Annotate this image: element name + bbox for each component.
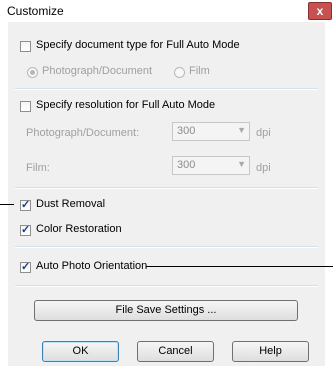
dust-removal-checkbox[interactable] xyxy=(20,198,31,211)
chevron-down-icon: ▼ xyxy=(237,159,246,169)
close-button[interactable]: x xyxy=(308,2,332,20)
close-icon: x xyxy=(316,4,324,18)
color-restoration-label[interactable]: Color Restoration xyxy=(36,223,122,235)
photo-resolution-label: Photograph/Document: xyxy=(26,127,140,139)
photograph-document-radio[interactable] xyxy=(27,67,38,78)
photograph-document-radio-label[interactable]: Photograph/Document xyxy=(42,65,152,77)
window-frame-left xyxy=(0,22,8,374)
separator-1 xyxy=(15,88,318,90)
film-resolution-unit: dpi xyxy=(256,162,271,174)
doc-type-checkbox[interactable] xyxy=(20,41,31,52)
resolution-checkbox[interactable] xyxy=(20,101,31,112)
resolution-checkbox-label[interactable]: Specify resolution for Full Auto Mode xyxy=(36,99,215,111)
cancel-button[interactable]: Cancel xyxy=(137,341,214,362)
doc-type-checkbox-label[interactable]: Specify document type for Full Auto Mode xyxy=(36,39,240,51)
file-save-settings-button[interactable]: File Save Settings ... xyxy=(34,300,298,321)
film-resolution-dropdown[interactable]: 300 ▼ xyxy=(172,156,250,175)
callout-line-right xyxy=(146,266,333,267)
callout-line-left xyxy=(0,204,14,205)
film-radio[interactable] xyxy=(174,67,185,78)
separator-3 xyxy=(15,246,318,248)
help-button[interactable]: Help xyxy=(232,341,309,362)
color-restoration-checkbox[interactable] xyxy=(20,223,31,236)
film-radio-label[interactable]: Film xyxy=(189,65,210,77)
separator-2 xyxy=(15,187,318,189)
dialog-title: Customize xyxy=(7,4,64,18)
film-resolution-value: 300 xyxy=(177,159,196,171)
photo-resolution-value: 300 xyxy=(177,125,196,137)
photo-resolution-unit: dpi xyxy=(256,127,271,139)
photo-resolution-dropdown[interactable]: 300 ▼ xyxy=(172,122,250,141)
auto-photo-orientation-label[interactable]: Auto Photo Orientation xyxy=(36,260,147,272)
separator-4 xyxy=(15,285,318,287)
film-resolution-label: Film: xyxy=(26,162,50,174)
auto-photo-orientation-checkbox[interactable] xyxy=(20,260,31,273)
window-frame-bottom xyxy=(0,366,333,374)
window-frame-right xyxy=(325,22,333,374)
ok-button[interactable]: OK xyxy=(42,341,119,362)
dust-removal-label[interactable]: Dust Removal xyxy=(36,198,105,210)
chevron-down-icon: ▼ xyxy=(237,125,246,135)
